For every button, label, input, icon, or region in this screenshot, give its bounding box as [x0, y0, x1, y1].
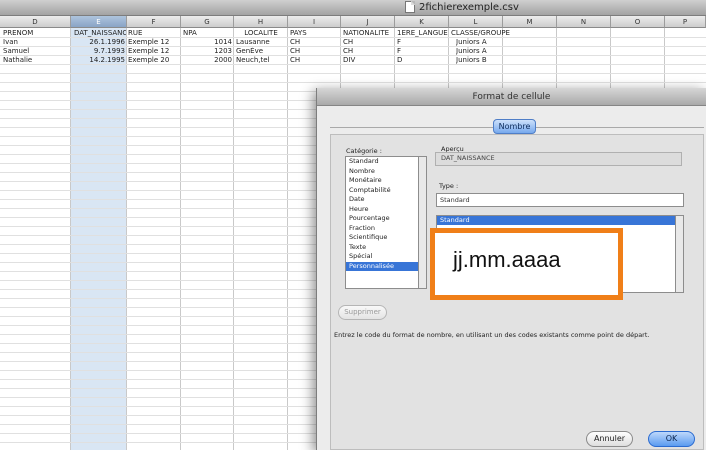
cell[interactable]: Juniors B	[456, 56, 506, 65]
dialog-title: Format de cellule	[317, 88, 706, 106]
window-titlebar: 2fichierexemple.csv	[0, 0, 706, 16]
cell-header[interactable]: CLASSE/GROUPE	[451, 29, 541, 38]
cell[interactable]: Samuel	[3, 47, 69, 56]
preview-value: DAT_NAISSANCE	[441, 154, 495, 162]
cell[interactable]: GenÈve	[236, 47, 286, 56]
cell[interactable]: Lausanne	[236, 38, 286, 47]
cell-header[interactable]: NATIONALITE	[343, 29, 394, 38]
cell-header[interactable]: NPA	[183, 29, 232, 38]
category-item-selected[interactable]: Personnalisée	[346, 261, 418, 271]
cell-header[interactable]: LOCALITE	[236, 29, 286, 38]
row-line	[0, 82, 706, 83]
category-item[interactable]: Monétaire	[346, 176, 418, 186]
category-item[interactable]: Standard	[346, 157, 418, 167]
cell[interactable]: DIV	[343, 56, 394, 65]
column-header-h[interactable]: H	[234, 16, 288, 28]
cell[interactable]: CH	[290, 56, 339, 65]
cell-header[interactable]: PAYS	[290, 29, 339, 38]
cell-header[interactable]: RUE	[128, 29, 178, 38]
cell-header[interactable]: PRENOM	[3, 29, 69, 38]
cell[interactable]: Neuch,tel	[236, 56, 286, 65]
cell-date[interactable]: 9.7.1993	[74, 47, 125, 56]
cell[interactable]: Juniors A	[456, 38, 506, 47]
category-item[interactable]: Heure	[346, 205, 418, 215]
category-item[interactable]: Spécial	[346, 252, 418, 262]
column-header-n[interactable]: N	[557, 16, 611, 28]
category-label: Catégorie :	[346, 147, 382, 155]
cell[interactable]: Exemple 20	[128, 56, 178, 65]
column-header-k[interactable]: K	[395, 16, 449, 28]
cell[interactable]: Ivan	[3, 38, 69, 47]
cell-header[interactable]: 1ERE_LANGUE	[397, 29, 448, 38]
column-header-d[interactable]: D	[0, 16, 71, 28]
category-item[interactable]: Texte	[346, 243, 418, 253]
csv-document-icon	[405, 1, 415, 13]
column-header-e[interactable]: E	[71, 16, 127, 28]
format-code-callout: jj.mm.aaaa	[430, 228, 623, 300]
tab-nombre[interactable]: Nombre	[493, 119, 536, 134]
category-item[interactable]: Fraction	[346, 224, 418, 234]
column-header-p[interactable]: P	[665, 16, 706, 28]
title-wrap: 2fichierexemple.csv	[405, 1, 519, 13]
category-list[interactable]: Standard Nombre Monétaire Comptabilité D…	[345, 156, 419, 289]
category-item[interactable]: Date	[346, 195, 418, 205]
cell[interactable]: F	[397, 38, 448, 47]
cell[interactable]: CH	[290, 47, 339, 56]
column-header-l[interactable]: L	[449, 16, 503, 28]
column-header-i[interactable]: I	[288, 16, 341, 28]
cell[interactable]: D	[397, 56, 448, 65]
category-item[interactable]: Nombre	[346, 167, 418, 177]
type-item-selected[interactable]: Standard	[437, 216, 675, 225]
category-item[interactable]: Scientifique	[346, 233, 418, 243]
column-header-o[interactable]: O	[611, 16, 665, 28]
column-header-m[interactable]: M	[503, 16, 557, 28]
cell-header[interactable]: DAT_NAISSANCE	[74, 29, 126, 38]
column-header-g[interactable]: G	[181, 16, 234, 28]
cell[interactable]: Exemple 12	[128, 47, 178, 56]
cell[interactable]: F	[397, 47, 448, 56]
row-line	[0, 73, 706, 74]
cell[interactable]: CH	[343, 38, 394, 47]
cell[interactable]: 1203	[183, 47, 232, 56]
category-item[interactable]: Comptabilité	[346, 186, 418, 196]
format-code-text: jj.mm.aaaa	[453, 247, 561, 272]
cell[interactable]: CH	[290, 38, 339, 47]
ok-button[interactable]: OK	[648, 431, 695, 447]
category-scrollbar[interactable]	[419, 156, 427, 289]
cancel-button[interactable]: Annuler	[586, 431, 633, 447]
column-header-j[interactable]: J	[341, 16, 395, 28]
type-input[interactable]: Standard	[436, 193, 684, 207]
hint-text: Entrez le code du format de nombre, en u…	[334, 331, 650, 339]
cell[interactable]: Juniors A	[456, 47, 506, 56]
column-header-f[interactable]: F	[127, 16, 181, 28]
cell[interactable]: Exemple 12	[128, 38, 178, 47]
cell-date[interactable]: 26.1.1996	[74, 38, 125, 47]
cell[interactable]: Nathalie	[3, 56, 69, 65]
cell[interactable]: 2000	[183, 56, 232, 65]
category-item[interactable]: Pourcentage	[346, 214, 418, 224]
cell[interactable]: CH	[343, 47, 394, 56]
delete-button[interactable]: Supprimer	[338, 305, 387, 320]
window-title: 2fichierexemple.csv	[419, 1, 519, 13]
cell[interactable]: 1014	[183, 38, 232, 47]
cell-date[interactable]: 14.2.1995	[74, 56, 125, 65]
type-scrollbar[interactable]	[676, 215, 684, 293]
type-label: Type :	[439, 182, 459, 190]
